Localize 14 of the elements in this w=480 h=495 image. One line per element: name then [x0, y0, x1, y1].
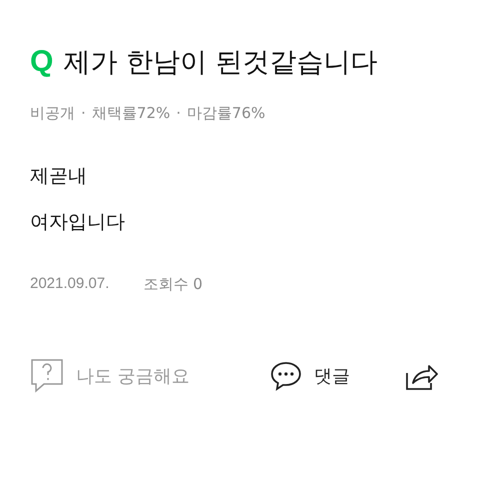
meta-text: 마감률76% [186, 104, 266, 123]
body-text: 제곧내 [30, 164, 88, 189]
meta-text: 채택률72% [92, 104, 170, 123]
question-title: 제가 한남이 된것같습니다 [63, 46, 378, 80]
body-text: 여자입니다 [30, 210, 126, 235]
comment-icon[interactable] [270, 361, 302, 391]
separator: · [176, 104, 181, 123]
meta-text: 비공개 [30, 104, 75, 123]
separator: · [81, 104, 86, 123]
date: 2021.09.07. [30, 275, 110, 294]
comment-link[interactable]: 댓글 [314, 364, 350, 388]
question-box-icon[interactable] [30, 358, 64, 394]
view-count: 조회수 0 [143, 275, 203, 294]
question-mark-label: Q [30, 45, 54, 79]
